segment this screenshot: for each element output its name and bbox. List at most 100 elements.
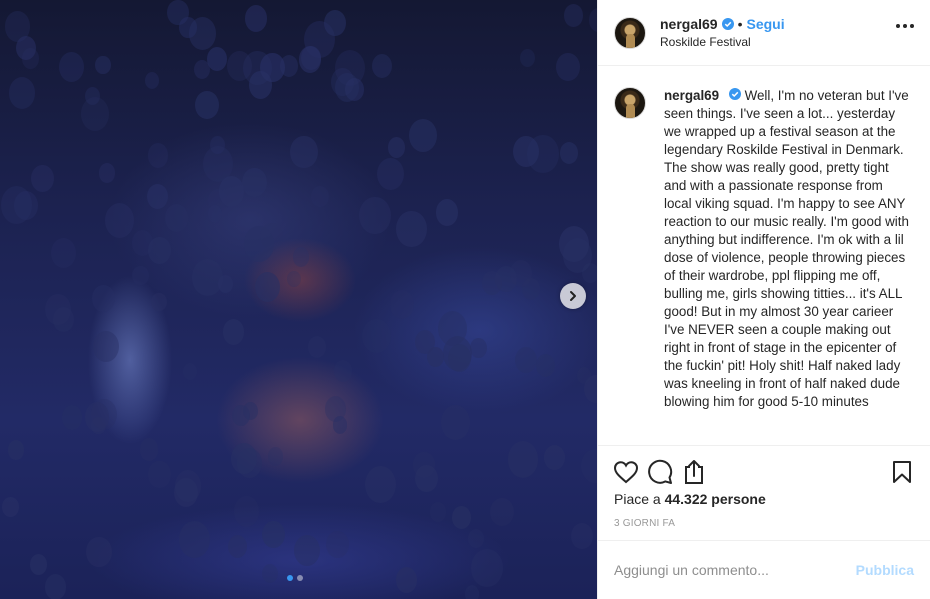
crowd-head xyxy=(290,135,318,169)
crowd-head xyxy=(164,203,189,232)
likes-number[interactable]: 44.322 persone xyxy=(665,491,766,507)
crowd-head xyxy=(179,520,211,559)
more-options-icon[interactable] xyxy=(896,24,914,28)
crowd-head xyxy=(490,497,514,526)
header-text: nergal69 • Segui Roskilde Festival xyxy=(660,16,785,49)
crowd-head xyxy=(580,448,597,484)
follow-button[interactable]: Segui xyxy=(747,16,785,32)
crowd-head xyxy=(389,289,415,320)
crowd-head xyxy=(194,90,219,120)
comment-form: Pubblica xyxy=(598,540,930,599)
share-button[interactable] xyxy=(674,452,714,492)
comment-input[interactable] xyxy=(614,562,856,578)
crowd-head xyxy=(260,223,283,251)
crowd-head xyxy=(467,528,485,549)
verified-badge-icon xyxy=(721,18,734,30)
crowd-head xyxy=(151,293,167,312)
crowd-head xyxy=(93,330,120,362)
crowd-head xyxy=(217,275,233,294)
crowd-head xyxy=(1,496,19,517)
crowd-head xyxy=(471,549,503,587)
crowd-head xyxy=(589,8,597,32)
caption-body: Well, I'm no veteran but I've seen thing… xyxy=(664,88,909,409)
crowd-head xyxy=(230,442,257,474)
crowd-head xyxy=(365,466,396,503)
crowd-head xyxy=(452,506,472,530)
crowd-head xyxy=(92,284,115,312)
crowd-head xyxy=(287,270,302,288)
crowd-head xyxy=(174,477,199,507)
crowd-head xyxy=(447,343,471,372)
crowd-head xyxy=(371,53,393,79)
crowd-head xyxy=(326,531,349,558)
verified-badge-icon xyxy=(728,88,741,100)
crowd-head xyxy=(226,51,252,82)
crowd-head xyxy=(535,353,556,377)
crowd-head xyxy=(182,363,198,381)
crowd-head xyxy=(307,335,327,358)
crowd-head xyxy=(53,306,75,332)
crowd-head xyxy=(254,271,280,302)
crowd-head xyxy=(244,4,268,33)
caption-username[interactable]: nergal69 xyxy=(664,88,719,103)
crowd-head xyxy=(147,143,169,168)
crowd-head xyxy=(301,46,321,71)
crowd-head xyxy=(105,203,135,238)
crowd-head xyxy=(84,402,110,432)
crowd-head xyxy=(527,135,559,173)
crowd-head xyxy=(481,271,502,295)
post-details-panel: nergal69 • Segui Roskilde Festival nerga… xyxy=(597,0,930,599)
crowd-head xyxy=(139,438,159,461)
crowd-head xyxy=(556,52,580,81)
bookmark-icon xyxy=(893,461,911,483)
crowd-head xyxy=(242,167,267,198)
crowd-head xyxy=(191,258,223,296)
caption-avatar[interactable] xyxy=(614,87,646,119)
comments-section[interactable]: nergal69 Well, I'm no veteran but I've s… xyxy=(598,67,930,445)
crowd-head xyxy=(132,265,149,286)
crowd-head xyxy=(279,54,299,77)
carousel-indicator xyxy=(287,575,303,581)
crowd-head xyxy=(207,204,223,223)
post-timestamp[interactable]: 3 GIORNI FA xyxy=(614,518,914,529)
crowd-head xyxy=(61,405,82,430)
post-media[interactable] xyxy=(0,0,597,599)
crowd-head xyxy=(44,573,67,599)
crowd-head xyxy=(334,73,359,102)
crowd-head xyxy=(30,164,54,193)
location-link[interactable]: Roskilde Festival xyxy=(660,35,785,49)
crowd-head xyxy=(261,520,285,549)
crowd-head xyxy=(29,554,47,575)
crowd-head xyxy=(377,158,404,191)
avatar[interactable] xyxy=(614,16,646,49)
crowd-head xyxy=(509,260,532,287)
crowd-head xyxy=(359,196,391,235)
publish-button[interactable]: Pubblica xyxy=(856,562,914,578)
carousel-next-button[interactable] xyxy=(560,283,586,309)
crowd-head xyxy=(50,237,77,269)
crowd-head xyxy=(333,360,352,383)
crowd-head xyxy=(519,48,536,68)
crowd-head xyxy=(147,183,169,209)
crowd-head xyxy=(514,346,537,374)
carousel-dot xyxy=(297,575,303,581)
crowd-head xyxy=(233,496,260,527)
crowd-head xyxy=(396,210,427,247)
chevron-right-icon xyxy=(570,291,576,301)
username-link[interactable]: nergal69 xyxy=(660,16,718,32)
crowd-head xyxy=(95,55,111,75)
crowd-head xyxy=(7,440,24,461)
crowd-head xyxy=(469,338,487,359)
crowd-head xyxy=(188,17,216,50)
share-icon xyxy=(685,460,703,484)
likes-count[interactable]: Piace a 44.322 persone xyxy=(614,491,914,507)
crowd-head xyxy=(144,72,159,90)
crowd-head xyxy=(86,536,112,568)
crowd-head xyxy=(408,118,437,153)
crowd-head xyxy=(564,4,584,27)
caption: nergal69 Well, I'm no veteran but I've s… xyxy=(664,87,909,411)
save-button[interactable] xyxy=(882,452,922,492)
actions-area: Piace a 44.322 persone 3 GIORNI FA xyxy=(598,445,930,529)
crowd-head xyxy=(429,502,447,522)
separator-dot: • xyxy=(737,16,743,32)
